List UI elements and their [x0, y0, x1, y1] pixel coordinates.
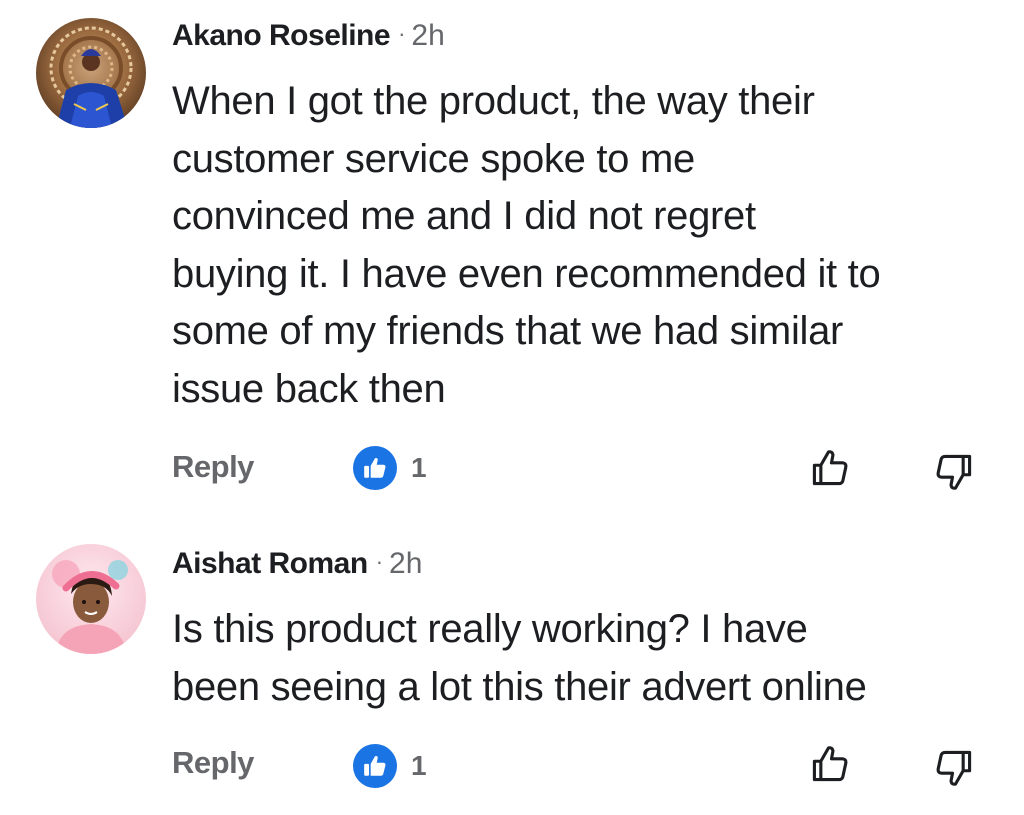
- thumbs-down-outline-icon: [936, 454, 972, 490]
- downvote-button[interactable]: [930, 744, 978, 792]
- comment-item: Akano Roseline · 2h When I got the product…: [0, 0, 1024, 505]
- comment-header: Aishat Roman · 2h: [172, 546, 422, 584]
- comment-text-line: some of my friends that we had similar: [172, 309, 844, 353]
- thumbs-up-outline-icon: [812, 450, 848, 486]
- comment-text-line: When I got the product, the way their: [172, 79, 815, 123]
- separator-dot: ·: [375, 549, 384, 574]
- comment-text-line: been seeing a lot this their advert onli…: [172, 664, 867, 709]
- avatar[interactable]: [36, 18, 146, 128]
- avatar[interactable]: [36, 544, 146, 654]
- reaction-summary[interactable]: 1: [353, 744, 427, 788]
- reaction-summary[interactable]: 1: [353, 446, 427, 490]
- thumbs-up-icon: [353, 446, 397, 490]
- downvote-button[interactable]: [930, 448, 978, 496]
- author-name[interactable]: Aishat Roman: [172, 547, 368, 580]
- comment-text-line: Is this product really working? I have: [172, 607, 808, 651]
- comment-text-line: convinced me and I did not regret: [172, 194, 756, 238]
- avatar-image: [36, 544, 146, 654]
- comment-item: Aishat Roman · 2h Is this product really w…: [0, 530, 1024, 815]
- avatar-image: [36, 18, 146, 128]
- reply-button[interactable]: Reply: [172, 449, 254, 485]
- comment-text-line: buying it. I have even recommended it to: [172, 251, 881, 296]
- comment-header: Akano Roseline · 2h: [172, 18, 445, 56]
- reaction-count: 1: [411, 750, 427, 781]
- reply-button[interactable]: Reply: [172, 745, 254, 781]
- comment-timestamp[interactable]: 2h: [389, 547, 422, 580]
- upvote-button[interactable]: [806, 740, 854, 788]
- thumbs-down-outline-icon: [936, 750, 972, 786]
- separator-dot: ·: [398, 21, 406, 46]
- upvote-button[interactable]: [806, 444, 854, 492]
- comment-text-line: issue back then: [172, 366, 446, 411]
- comment-timestamp[interactable]: 2h: [411, 19, 444, 52]
- comment-text: Is this product really working? I have b…: [172, 601, 1002, 716]
- comment-text-line: customer service spoke to me: [172, 136, 695, 181]
- thumbs-up-outline-icon: [812, 746, 848, 782]
- author-name[interactable]: Akano Roseline: [172, 19, 391, 52]
- thumbs-up-icon: [353, 744, 397, 788]
- comment-text: When I got the product, the way their cu…: [172, 73, 1002, 418]
- reaction-count: 1: [411, 452, 427, 483]
